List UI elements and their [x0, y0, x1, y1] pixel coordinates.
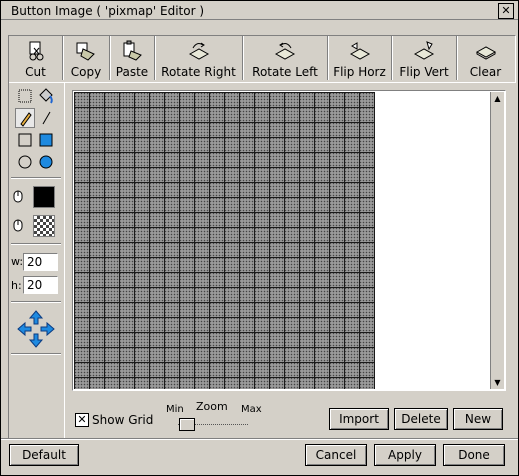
rectangle-filled-icon [39, 133, 53, 147]
show-grid-checkbox[interactable]: ✕ [75, 413, 89, 427]
paste-label: Paste [115, 65, 149, 79]
copy-button[interactable]: Copy [63, 36, 110, 80]
default-button[interactable]: Default [9, 444, 79, 466]
scroll-down-arrow-icon[interactable]: ▼ [491, 376, 504, 389]
mouse-left-icon [13, 190, 23, 203]
width-label: w: [11, 255, 24, 268]
fill-bucket-tool[interactable] [36, 86, 56, 106]
flip-horizontal-icon [349, 42, 370, 60]
flip-horz-button[interactable]: Flip Horz [328, 36, 392, 80]
flip-vert-button[interactable]: Flip Vert [392, 36, 457, 80]
zoom-label: Zoom [196, 400, 228, 413]
copy-label: Copy [70, 65, 102, 79]
rectangle-filled-tool[interactable] [36, 130, 56, 150]
show-grid-label: Show Grid [92, 413, 154, 427]
cancel-label: Cancel [315, 448, 357, 462]
zoom-min-label: Min [166, 404, 184, 415]
cut-label: Cut [25, 65, 46, 79]
import-label: Import [339, 412, 379, 426]
marquee-select-icon [18, 89, 32, 103]
size-separator [11, 301, 61, 302]
new-button[interactable]: New [453, 408, 503, 430]
clear-label: Clear [469, 65, 502, 79]
ellipse-outline-tool[interactable] [15, 152, 35, 172]
rotate-left-label: Rotate Left [252, 65, 318, 79]
eraser-icon [475, 46, 496, 60]
scissors-icon [29, 41, 43, 61]
paint-bucket-icon [39, 88, 53, 104]
scroll-up-arrow-icon[interactable]: ▲ [491, 92, 504, 105]
flip-vertical-icon [413, 41, 435, 60]
rectangle-outline-tool[interactable] [15, 130, 35, 150]
delete-label: Delete [401, 412, 441, 426]
vertical-scrollbar[interactable]: ▲ ▼ [490, 92, 504, 389]
window-title: Button Image ( 'pixmap' Editor ) [11, 4, 205, 18]
pixel-grid-canvas[interactable] [74, 92, 375, 389]
rotate-right-button[interactable]: Rotate Right [155, 36, 243, 80]
done-button[interactable]: Done [443, 444, 505, 466]
height-label: h: [11, 279, 22, 292]
zoom-slider-thumb[interactable] [179, 418, 195, 431]
editor-window: Button Image ( 'pixmap' Editor ) ✕ Cut C… [0, 0, 519, 476]
title-separator [1, 19, 518, 20]
apply-button[interactable]: Apply [374, 444, 436, 466]
color-separator [11, 243, 61, 244]
checkbox-check-icon: ✕ [77, 413, 87, 426]
pencil-icon [20, 112, 32, 127]
right-color-swatch[interactable] [33, 215, 55, 237]
done-label: Done [458, 448, 490, 462]
title-bar[interactable]: Button Image ( 'pixmap' Editor ) ✕ [2, 2, 517, 19]
zoom-max-label: Max [241, 404, 262, 415]
copy-icon [76, 42, 95, 61]
import-button[interactable]: Import [329, 408, 389, 430]
flip-vert-label: Flip Vert [399, 65, 449, 79]
move-separator [11, 353, 61, 354]
default-label: Default [22, 448, 66, 462]
tool-separator [11, 177, 61, 178]
pencil-tool[interactable] [15, 108, 35, 128]
pixmap-canvas-area: ▲ ▼ [72, 90, 506, 391]
apply-label: Apply [388, 448, 422, 462]
line-icon [42, 111, 51, 125]
cancel-button[interactable]: Cancel [305, 444, 367, 466]
rotate-right-icon [188, 42, 209, 60]
width-input[interactable]: 20 [23, 253, 58, 271]
cut-button[interactable]: Cut [9, 36, 63, 80]
tool-panel: w: 20 h: 20 [8, 82, 65, 438]
bottom-separator [1, 438, 518, 439]
paste-button[interactable]: Paste [110, 36, 155, 80]
mouse-right-icon [13, 219, 23, 232]
ellipse-outline-icon [18, 155, 32, 169]
rotate-right-label: Rotate Right [161, 65, 236, 79]
ellipse-filled-tool[interactable] [36, 152, 56, 172]
select-rect-tool[interactable] [15, 86, 35, 106]
rotate-left-button[interactable]: Rotate Left [243, 36, 328, 80]
clear-button[interactable]: Clear [457, 36, 514, 80]
line-tool[interactable] [36, 108, 56, 128]
close-icon: ✕ [501, 4, 511, 17]
move-arrows-icon[interactable] [17, 310, 55, 348]
height-input[interactable]: 20 [23, 276, 58, 294]
flip-horz-label: Flip Horz [333, 65, 386, 79]
paste-icon [123, 40, 142, 61]
rectangle-outline-icon [18, 133, 32, 147]
delete-button[interactable]: Delete [394, 408, 448, 430]
new-label: New [464, 412, 492, 426]
edit-toolbar: Cut Copy Paste Rotate Right Rotate Left … [8, 35, 516, 83]
left-color-swatch[interactable] [33, 186, 55, 208]
rotate-left-icon [274, 42, 296, 60]
ellipse-filled-icon [39, 155, 53, 169]
close-button[interactable]: ✕ [498, 3, 514, 19]
